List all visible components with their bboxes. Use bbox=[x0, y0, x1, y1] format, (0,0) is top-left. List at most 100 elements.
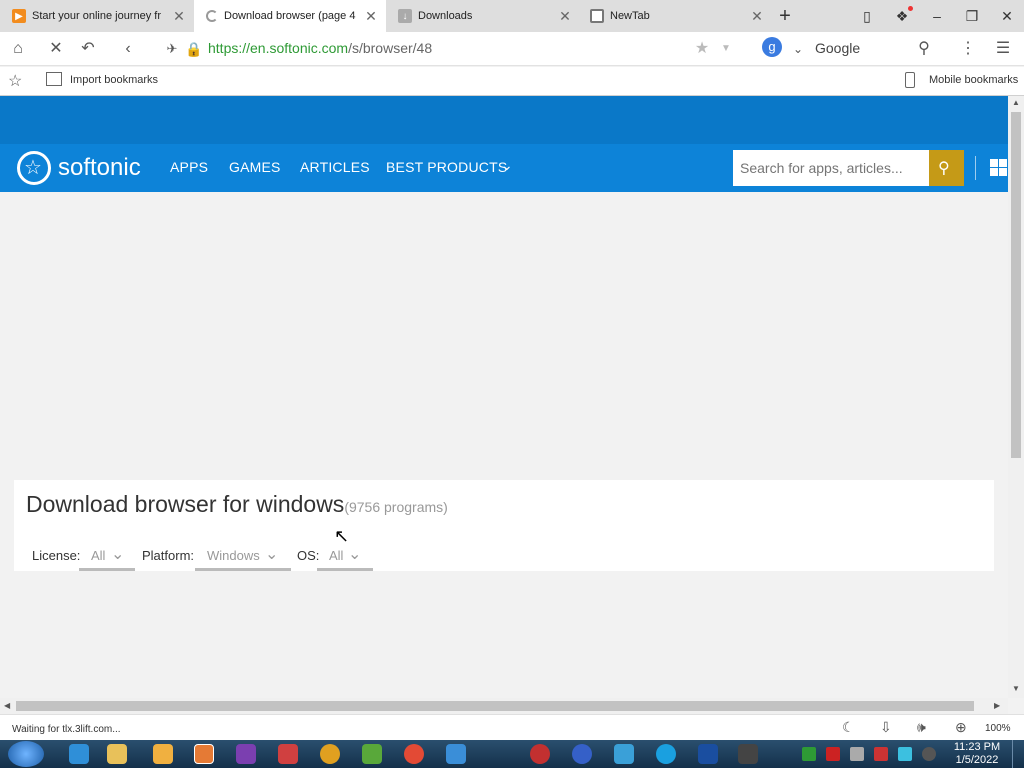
scrollbar-thumb[interactable] bbox=[16, 701, 974, 711]
site-search-input[interactable] bbox=[733, 150, 929, 186]
tray-icon[interactable] bbox=[874, 747, 888, 761]
scroll-up-icon[interactable]: ▲ bbox=[1012, 98, 1020, 107]
search-icon[interactable]: ⚲ bbox=[914, 39, 934, 59]
tab-title: Download browser (page 48 bbox=[224, 10, 356, 22]
app-icon[interactable] bbox=[278, 744, 298, 764]
stop-loading-icon[interactable]: ✕ bbox=[46, 39, 66, 59]
horizontal-scrollbar[interactable]: ◀ ▶ bbox=[0, 698, 1008, 714]
tab-start-journey[interactable]: ▶ Start your online journey fr ✕ bbox=[0, 0, 194, 32]
chevron-down-icon[interactable]: ⌄ bbox=[348, 544, 361, 564]
zoom-level[interactable]: 100% bbox=[985, 723, 1011, 734]
tray-icon[interactable] bbox=[850, 747, 864, 761]
zoom-icon[interactable]: ⊕ bbox=[955, 719, 967, 736]
filter-license-value[interactable]: All bbox=[91, 548, 105, 563]
tray-icon[interactable] bbox=[826, 747, 840, 761]
skin-icon[interactable]: ❖ bbox=[891, 6, 913, 26]
app-icon[interactable] bbox=[362, 744, 382, 764]
filter-os-label: OS: bbox=[297, 548, 320, 563]
undo-icon[interactable]: ↶ bbox=[78, 39, 98, 59]
site-logo-text[interactable]: softonic bbox=[58, 154, 141, 182]
heading-text: Download browser for windows bbox=[26, 491, 345, 517]
status-text: Waiting for tlx.3lift.com... bbox=[12, 724, 121, 735]
filter-os-value[interactable]: All bbox=[329, 548, 343, 563]
app-icon[interactable] bbox=[404, 744, 424, 764]
more-options-icon[interactable]: ⋮ bbox=[958, 39, 978, 59]
tab-download-browser[interactable]: Download browser (page 48 ✕ bbox=[194, 0, 386, 32]
tab-list-icon[interactable]: ▯ bbox=[856, 6, 878, 26]
favorite-star-icon[interactable]: ★ bbox=[692, 39, 712, 59]
app-icon[interactable] bbox=[530, 744, 550, 764]
nav-games[interactable]: GAMES bbox=[229, 159, 281, 175]
import-bookmarks-link[interactable]: Import bookmarks bbox=[70, 74, 158, 86]
close-icon[interactable]: ✕ bbox=[558, 9, 572, 23]
download-manager-icon[interactable]: ⇩ bbox=[880, 719, 892, 736]
chevron-down-icon[interactable]: ⌄ bbox=[501, 157, 513, 174]
loading-spinner-icon bbox=[206, 10, 218, 22]
url-host: https://en.softonic.com bbox=[208, 40, 349, 56]
minimize-button[interactable]: – bbox=[926, 6, 948, 26]
app-icon[interactable] bbox=[446, 744, 466, 764]
home-icon[interactable]: ⌂ bbox=[8, 39, 28, 59]
filter-platform-label: Platform: bbox=[142, 548, 195, 563]
site-search-button[interactable]: ⚲ bbox=[929, 150, 964, 186]
network-icon[interactable] bbox=[898, 747, 912, 761]
close-icon[interactable]: ✕ bbox=[364, 9, 378, 23]
mobile-bookmarks-link[interactable]: Mobile bookmarks bbox=[929, 74, 1018, 86]
scroll-right-icon[interactable]: ▶ bbox=[994, 701, 1000, 710]
softonic-logo-icon[interactable]: ☆ bbox=[17, 151, 51, 185]
media-player-icon[interactable] bbox=[153, 744, 173, 764]
show-desktop-button[interactable] bbox=[1012, 740, 1024, 768]
filter-platform-value[interactable]: Windows bbox=[207, 548, 260, 563]
scroll-down-icon[interactable]: ▼ bbox=[1012, 684, 1020, 693]
close-icon[interactable]: ✕ bbox=[172, 9, 186, 23]
chevron-down-icon[interactable]: ⌄ bbox=[265, 544, 278, 564]
night-mode-icon[interactable]: ☾ bbox=[842, 719, 855, 736]
maxthon-browser-icon[interactable] bbox=[194, 744, 214, 764]
new-tab-button[interactable]: + bbox=[774, 6, 796, 26]
divider bbox=[975, 156, 976, 180]
filter-license-label: License: bbox=[32, 548, 81, 563]
search-engine-name[interactable]: Google bbox=[815, 40, 860, 56]
nav-articles[interactable]: ARTICLES bbox=[300, 159, 370, 175]
taskbar-time[interactable]: 11:23 PM bbox=[953, 741, 1001, 753]
volume-icon[interactable]: 🕪 bbox=[917, 719, 926, 736]
app-icon[interactable] bbox=[698, 744, 718, 764]
scroll-left-icon[interactable]: ◀ bbox=[4, 701, 10, 710]
app-icon[interactable] bbox=[236, 744, 256, 764]
tab-downloads[interactable]: ↓ Downloads ✕ bbox=[386, 0, 580, 32]
ie-icon[interactable] bbox=[69, 744, 89, 764]
menu-icon[interactable]: ☰ bbox=[993, 39, 1013, 59]
vertical-scrollbar[interactable]: ▲ ▼ bbox=[1008, 96, 1024, 698]
tab-favicon-icon: ▶ bbox=[12, 9, 26, 23]
nav-apps[interactable]: APPS bbox=[170, 159, 208, 175]
windows-icon[interactable] bbox=[990, 159, 1008, 177]
tray-icon[interactable] bbox=[802, 747, 816, 761]
app-icon[interactable] bbox=[738, 744, 758, 764]
nav-best-products[interactable]: BEST PRODUCTS bbox=[386, 159, 507, 175]
scrollbar-thumb[interactable] bbox=[1011, 112, 1021, 458]
explorer-icon[interactable] bbox=[107, 744, 127, 764]
back-icon[interactable]: ‹ bbox=[118, 39, 138, 59]
restore-button[interactable]: ❐ bbox=[961, 6, 983, 26]
windows-taskbar: 11:23 PM 1/5/2022 bbox=[0, 740, 1024, 768]
page-viewport: ☆ softonic APPS GAMES ARTICLES BEST PROD… bbox=[0, 96, 1008, 698]
app-icon[interactable] bbox=[572, 744, 592, 764]
speed-mode-icon[interactable]: ✈ bbox=[162, 39, 182, 59]
app-icon[interactable] bbox=[656, 744, 676, 764]
chevron-down-icon[interactable]: ⌄ bbox=[788, 39, 808, 59]
download-icon: ↓ bbox=[398, 9, 412, 23]
chrome-icon[interactable] bbox=[320, 744, 340, 764]
taskbar-date[interactable]: 1/5/2022 bbox=[953, 754, 1001, 766]
close-icon[interactable]: ✕ bbox=[750, 9, 764, 23]
start-button[interactable] bbox=[8, 741, 44, 767]
mobile-icon bbox=[905, 72, 915, 88]
tab-newtab[interactable]: NewTab ✕ bbox=[578, 0, 772, 32]
search-engine-icon[interactable]: g bbox=[762, 37, 782, 57]
app-icon[interactable] bbox=[614, 744, 634, 764]
chevron-down-icon[interactable]: ⌄ bbox=[111, 544, 124, 564]
bookmark-star-icon[interactable]: ☆ bbox=[8, 71, 22, 91]
url-field[interactable]: https://en.softonic.com/s/browser/48 bbox=[208, 40, 432, 56]
volume-tray-icon[interactable] bbox=[922, 747, 936, 761]
chevron-down-icon[interactable]: ▼ bbox=[716, 39, 736, 59]
window-close-button[interactable]: ✕ bbox=[996, 6, 1018, 26]
